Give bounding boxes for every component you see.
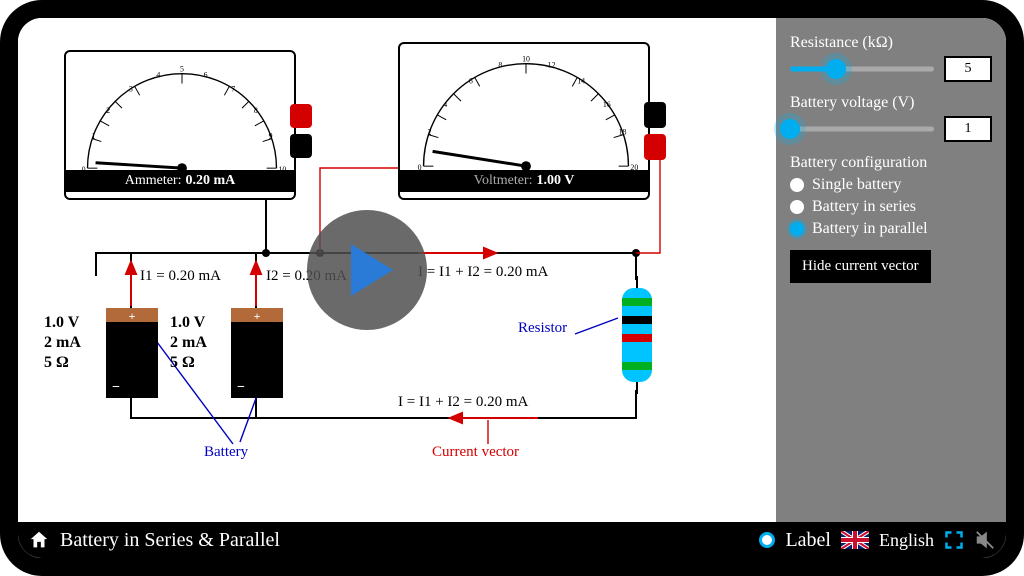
battery-2: +− xyxy=(231,320,283,398)
battery-1: +− xyxy=(106,320,158,398)
uk-flag-icon[interactable] xyxy=(841,531,869,549)
resistor xyxy=(616,276,658,399)
resistance-value[interactable]: 5 xyxy=(944,56,992,82)
sound-icon[interactable] xyxy=(974,529,996,551)
resistance-label: Resistance (kΩ) xyxy=(790,34,992,52)
voltage-label: Battery voltage (V) xyxy=(790,94,992,112)
language-label[interactable]: English xyxy=(879,530,934,551)
circuit-canvas: 01 23 45 67 89 10 xyxy=(18,18,776,522)
radio-series-label: Battery in series xyxy=(812,198,916,216)
radio-battery-series[interactable]: Battery in series xyxy=(790,198,992,216)
voltmeter-label: Voltmeter: xyxy=(474,173,533,189)
controls-panel: Resistance (kΩ) 5 Battery voltage (V) 1 xyxy=(776,18,1006,522)
ammeter-label: Ammeter: xyxy=(125,173,182,189)
svg-text:6: 6 xyxy=(469,76,473,85)
resistor-label: Resistor xyxy=(518,320,567,337)
label-toggle[interactable] xyxy=(759,532,775,548)
config-label: Battery configuration xyxy=(790,154,992,172)
svg-text:12: 12 xyxy=(548,61,556,70)
play-icon xyxy=(351,244,393,296)
i1-label: I1 = 0.20 mA xyxy=(140,268,221,285)
i-sum-bottom: I = I1 + I2 = 0.20 mA xyxy=(398,394,528,411)
svg-text:1: 1 xyxy=(91,132,95,141)
fullscreen-icon[interactable] xyxy=(944,530,964,550)
footer-title: Battery in Series & Parallel xyxy=(60,529,280,552)
svg-text:5: 5 xyxy=(180,65,184,74)
svg-text:8: 8 xyxy=(254,106,258,115)
svg-text:2: 2 xyxy=(427,128,431,137)
hide-vector-button[interactable]: Hide current vector xyxy=(790,250,931,283)
i-sum-top: I = I1 + I2 = 0.20 mA xyxy=(418,264,548,281)
svg-text:3: 3 xyxy=(129,84,133,93)
play-button[interactable] xyxy=(307,210,427,330)
svg-text:14: 14 xyxy=(577,76,585,85)
svg-text:4: 4 xyxy=(156,71,160,80)
resistance-slider[interactable] xyxy=(790,61,934,77)
radio-parallel-label: Battery in parallel xyxy=(812,220,928,238)
svg-text:6: 6 xyxy=(204,71,208,80)
voltage-value[interactable]: 1 xyxy=(944,116,992,142)
svg-text:7: 7 xyxy=(231,84,235,93)
svg-text:8: 8 xyxy=(498,61,502,70)
battery-label: Battery xyxy=(204,444,248,461)
home-icon[interactable] xyxy=(28,529,50,551)
radio-single-label: Single battery xyxy=(812,176,901,194)
label-toggle-text: Label xyxy=(785,529,831,552)
batt1-resistance: 5 Ω xyxy=(44,354,69,372)
footer-bar: Battery in Series & Parallel Label Engli… xyxy=(18,522,1006,558)
svg-text:9: 9 xyxy=(269,132,273,141)
svg-text:18: 18 xyxy=(619,128,627,137)
radio-battery-parallel[interactable]: Battery in parallel xyxy=(790,220,992,238)
ammeter: 01 23 45 67 89 10 xyxy=(64,50,296,200)
voltmeter-value: 1.00 V xyxy=(536,173,574,189)
svg-text:10: 10 xyxy=(522,55,530,64)
batt2-current: 2 mA xyxy=(170,334,207,352)
voltmeter: 02 46 810 1214 1618 20 xyxy=(398,42,650,200)
radio-single-battery[interactable]: Single battery xyxy=(790,176,992,194)
current-vector-label: Current vector xyxy=(432,444,519,461)
svg-text:4: 4 xyxy=(443,100,447,109)
batt1-voltage: 1.0 V xyxy=(44,314,79,332)
voltage-slider[interactable] xyxy=(790,121,934,137)
batt2-voltage: 1.0 V xyxy=(170,314,205,332)
ammeter-value: 0.20 mA xyxy=(185,173,235,189)
batt1-current: 2 mA xyxy=(44,334,81,352)
svg-text:16: 16 xyxy=(603,100,611,109)
batt2-resistance: 5 Ω xyxy=(170,354,195,372)
svg-text:2: 2 xyxy=(106,106,110,115)
